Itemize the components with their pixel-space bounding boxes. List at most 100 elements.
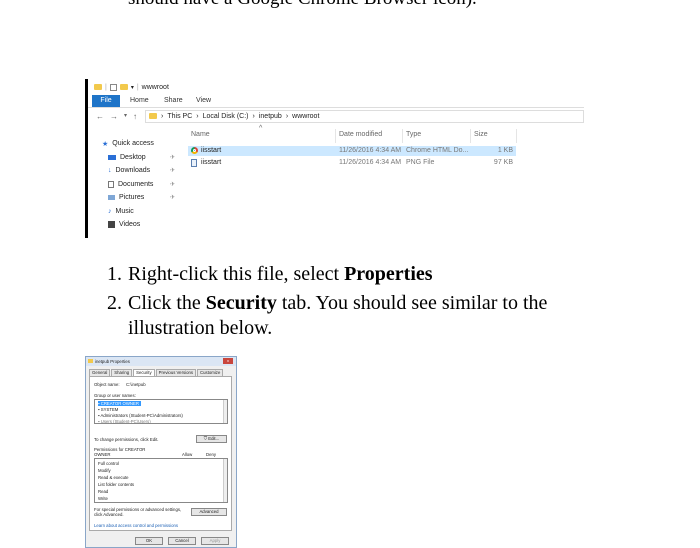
sidebar-item-documents[interactable]: Documents ✈ <box>102 178 182 192</box>
file-type: PNG File <box>406 159 435 166</box>
folder-icon <box>88 359 93 363</box>
column-divider[interactable] <box>402 129 403 143</box>
column-header-type[interactable]: Type <box>406 131 421 138</box>
explorer-title-bar: | ▾ | wwwroot <box>94 81 169 93</box>
chevron-right-icon: › <box>161 112 164 120</box>
sort-caret-icon: ^ <box>259 125 263 132</box>
download-icon: ↓ <box>108 167 112 175</box>
group-names-list[interactable]: ▪ CREATOR OWNER ▪ SYSTEM ▪ Administrator… <box>94 399 228 424</box>
sidebar-item-downloads[interactable]: ↓ Downloads ✈ <box>102 164 182 178</box>
ribbon-tabs: File Home Share View <box>88 95 584 108</box>
step-2: 2. Click the Security tab. You should se… <box>107 292 548 339</box>
documents-icon <box>108 180 114 188</box>
vertical-scrollbar[interactable] <box>223 459 227 502</box>
navigation-pane: ★ Quick access Desktop ✈ ↓ Downloads ✈ D… <box>102 137 182 232</box>
advanced-button[interactable]: Advanced <box>191 508 227 516</box>
edit-button[interactable]: ⛉ Edit... <box>196 435 227 443</box>
list-item[interactable]: ▪ Administrators (Student-PC\Administrat… <box>98 413 183 418</box>
dropdown-arrow-icon[interactable]: ▾ <box>131 84 134 91</box>
permission-row: List folder contents <box>98 482 135 487</box>
desktop-icon <box>108 154 116 160</box>
file-explorer-screenshot: | ▾ | wwwroot File Home Share View ← → ▾… <box>85 79 584 238</box>
permissions-list[interactable]: Full control Modify Read & execute List … <box>94 458 228 503</box>
permission-row: Full control <box>98 461 120 466</box>
sidebar-item-pictures[interactable]: Pictures ✈ <box>102 191 182 205</box>
permission-row: Modify <box>98 468 111 473</box>
file-date: 11/26/2016 4:34 AM <box>339 147 402 154</box>
sidebar-item-music[interactable]: ♪ Music <box>102 205 182 219</box>
up-arrow-icon[interactable]: ↑ <box>133 112 137 121</box>
file-type: Chrome HTML Do... <box>406 147 469 154</box>
file-name: iisstart <box>201 159 222 166</box>
chrome-icon <box>191 147 198 154</box>
folder-icon <box>94 84 102 90</box>
recent-dropdown-icon[interactable]: ▾ <box>124 112 127 121</box>
permissions-for-label-owner: OWNER <box>94 452 111 457</box>
pin-icon[interactable]: ✈ <box>170 154 175 161</box>
chevron-right-icon: › <box>196 112 199 120</box>
vertical-scrollbar[interactable] <box>223 400 227 423</box>
breadcrumb-wwwroot[interactable]: wwwroot <box>292 113 319 120</box>
pin-icon[interactable]: ✈ <box>170 194 175 201</box>
folder-icon <box>149 113 158 119</box>
tab-view[interactable]: View <box>196 95 211 107</box>
column-divider[interactable] <box>470 129 471 143</box>
chevron-right-icon: › <box>252 112 255 120</box>
change-permissions-text: To change permissions, click Edit. <box>94 437 159 442</box>
object-name-label: Object name: <box>94 382 120 387</box>
cancel-button[interactable]: Cancel <box>168 537 196 545</box>
dialog-title-bar: inetpub Properties x <box>86 357 236 366</box>
window-title: wwwroot <box>141 83 169 91</box>
close-button[interactable]: x <box>223 358 233 364</box>
intro-text-fragment: should have a Google Chrome Browser icon… <box>128 0 477 10</box>
security-panel: Object name: C:\inetpub Group or user na… <box>89 376 232 531</box>
object-name-value: C:\inetpub <box>126 382 146 387</box>
step-1: 1. Right-click this file, select Propert… <box>107 263 433 285</box>
sidebar-item-desktop[interactable]: Desktop ✈ <box>102 151 182 165</box>
sidebar-item-quick-access[interactable]: ★ Quick access <box>102 137 182 151</box>
new-folder-icon[interactable] <box>119 84 128 90</box>
forward-arrow-icon[interactable]: → <box>110 112 118 121</box>
videos-icon <box>108 221 115 229</box>
list-item[interactable]: ▪ SYSTEM <box>98 407 118 412</box>
breadcrumb-inetpub[interactable]: inetpub <box>259 113 282 120</box>
list-item[interactable]: ▪ Users (Student-PC\Users) <box>98 419 151 424</box>
deny-column-header: Deny <box>206 452 217 457</box>
file-date: 11/26/2016 4:34 AM <box>339 159 402 166</box>
list-item[interactable]: ▪ CREATOR OWNER <box>98 401 141 406</box>
column-divider[interactable] <box>516 129 517 143</box>
address-bar[interactable]: › This PC › Local Disk (C:) › inetpub › … <box>145 109 584 123</box>
group-names-label: Group or user names: <box>94 393 136 398</box>
properties-checkbox-icon[interactable] <box>109 83 117 91</box>
file-row[interactable]: iisstart 11/26/2016 4:34 AM PNG File 97 … <box>188 158 516 168</box>
png-file-icon <box>191 159 197 167</box>
tab-share[interactable]: Share <box>164 95 183 107</box>
address-row: ← → ▾ ↑ › This PC › Local Disk (C:) › in… <box>88 109 584 123</box>
sidebar-item-videos[interactable]: Videos <box>102 218 182 232</box>
allow-column-header: Allow <box>182 452 193 457</box>
chevron-right-icon: › <box>285 112 289 120</box>
pin-icon[interactable]: ✈ <box>170 167 175 174</box>
permission-row: Write <box>98 496 108 501</box>
ok-button[interactable]: OK <box>135 537 163 545</box>
tab-home[interactable]: Home <box>130 95 149 107</box>
column-header-name[interactable]: Name <box>191 131 210 138</box>
back-arrow-icon[interactable]: ← <box>96 112 104 121</box>
music-icon: ♪ <box>108 207 112 215</box>
column-header-size[interactable]: Size <box>474 131 488 138</box>
learn-more-link[interactable]: Learn about access control and permissio… <box>94 523 178 528</box>
breadcrumb-this-pc[interactable]: This PC <box>167 113 192 120</box>
column-divider[interactable] <box>335 129 336 143</box>
file-name: iisstart <box>201 147 222 154</box>
tab-file[interactable]: File <box>92 95 120 107</box>
instruction-steps: 1. Right-click this file, select Propert… <box>107 262 587 345</box>
pin-icon[interactable]: ✈ <box>170 181 175 188</box>
column-header-date[interactable]: Date modified <box>339 131 382 138</box>
apply-button[interactable]: Apply <box>201 537 229 545</box>
breadcrumb-local-disk[interactable]: Local Disk (C:) <box>203 113 249 120</box>
permission-row: Read <box>98 489 109 494</box>
special-permissions-text-2: click Advanced. <box>94 512 124 517</box>
permission-row: Read & execute <box>98 475 129 480</box>
file-row[interactable]: iisstart 11/26/2016 4:34 AM Chrome HTML … <box>188 146 516 156</box>
pictures-icon <box>108 195 115 201</box>
